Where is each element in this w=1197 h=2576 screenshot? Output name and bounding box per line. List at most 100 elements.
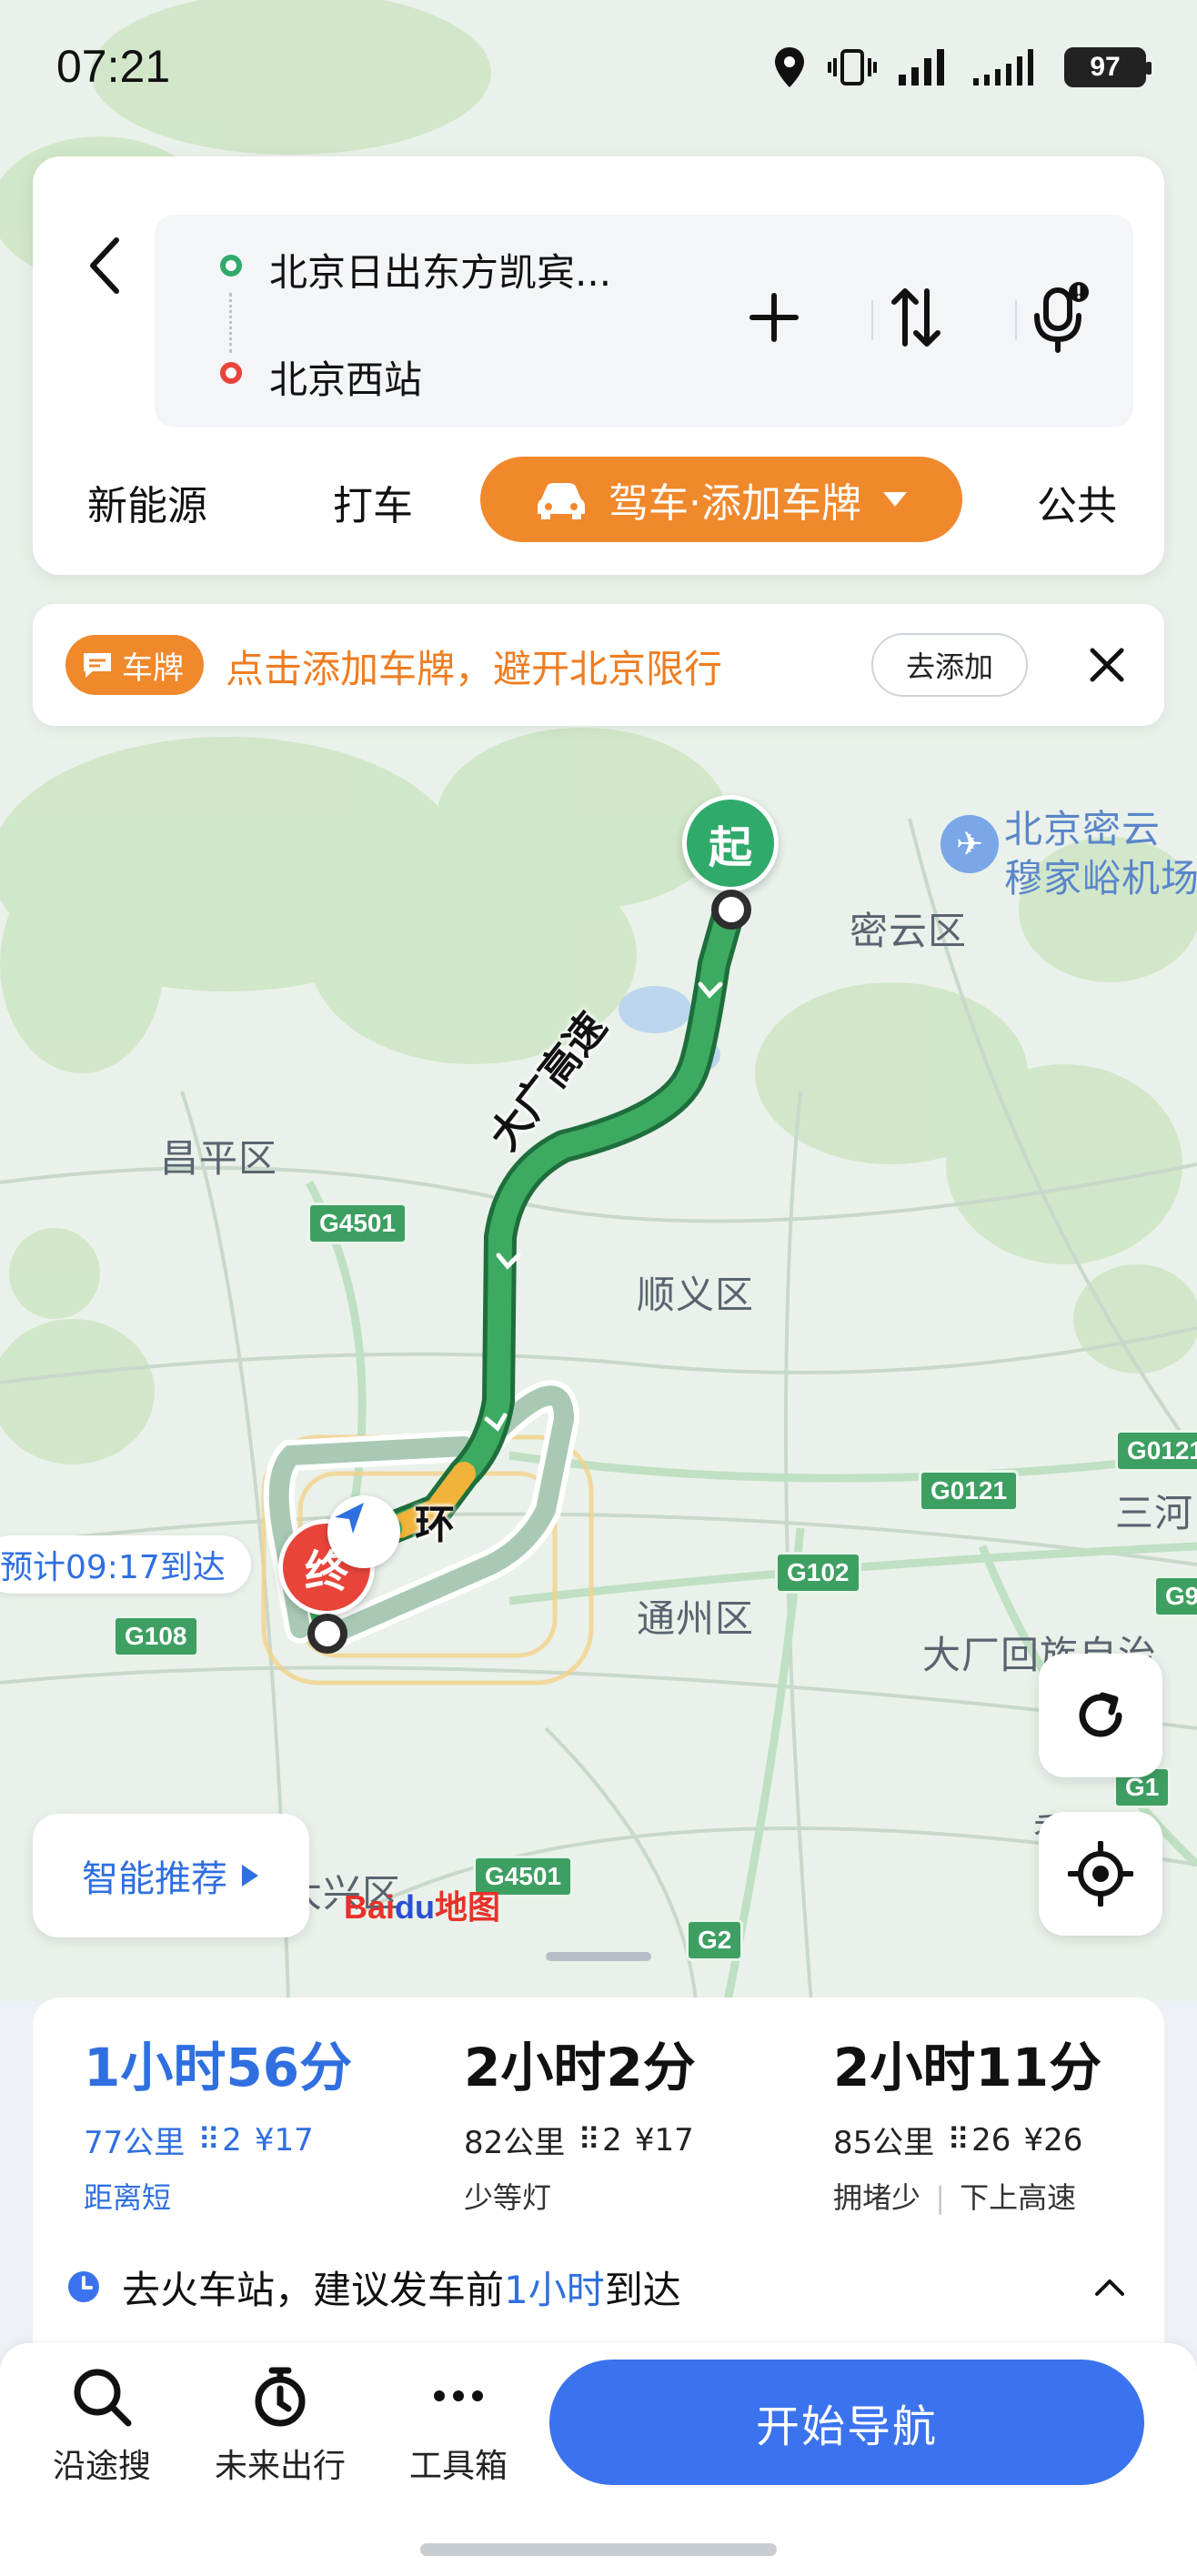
road-shield: G95 (1153, 1575, 1197, 1617)
tab-transit[interactable]: 公共 (1037, 473, 1117, 531)
signal-icon (899, 49, 944, 86)
road-shield: G108 (113, 1615, 199, 1657)
baidu-map-logo: Baidu地图 (344, 1881, 500, 1928)
voice-input-button[interactable] (1010, 267, 1110, 367)
destination-dot (220, 362, 242, 384)
traffic-light-icon: ⠿ (947, 2121, 971, 2158)
route-option-1[interactable]: 1小时56分 77公里 ⠿ 2 ¥17 距离短 (84, 2025, 448, 2217)
plate-badge-label: 车牌 (122, 649, 184, 687)
road-shield: G4501 (307, 1202, 408, 1244)
bottom-action-bar: 沿途搜 未来出行 工具箱 开始导航 (0, 2343, 1197, 2576)
swap-icon (891, 288, 940, 347)
route-lights: 2 (222, 2121, 242, 2158)
chevron-up-icon[interactable] (1093, 2276, 1126, 2298)
route-distance: 77公里 (84, 2125, 186, 2161)
swap-button[interactable] (866, 267, 966, 367)
road-shield: G0121 (1115, 1430, 1197, 1472)
search-along-button[interactable]: 沿途搜 (20, 2365, 184, 2487)
plate-banner: 车牌 点击添加车牌，避开北京限行 去添加 (33, 604, 1164, 726)
route-toll: ¥26 (1023, 2121, 1083, 2158)
locate-me-button[interactable] (1039, 1812, 1162, 1936)
logo-bai: Bai (344, 1888, 396, 1926)
clock-icon (68, 2271, 99, 2302)
locate-icon (1068, 1841, 1133, 1907)
plus-icon (749, 293, 799, 342)
airport-marker: ✈ (940, 815, 999, 873)
caret-down-icon (883, 492, 907, 507)
station-tip-pre: 去火车站，建议发车前 (122, 2267, 505, 2312)
future-trip-label: 未来出行 (214, 2448, 346, 2485)
plate-badge: 车牌 (65, 635, 204, 695)
origin-dot (220, 255, 242, 277)
route-meta: 82公里 ⠿ 2 ¥17 (464, 2118, 828, 2162)
tab-drive-label: 驾车·添加车牌 (609, 480, 861, 527)
status-bar: 07:21 97 (0, 0, 1197, 136)
tab-taxi[interactable]: 打车 (333, 473, 413, 531)
route-meta: 85公里 ⠿ 26 ¥26 (833, 2118, 1197, 2162)
route-option-2[interactable]: 2小时2分 82公里 ⠿ 2 ¥17 少等灯 (464, 2025, 828, 2217)
refresh-route-button[interactable] (1039, 1654, 1162, 1777)
search-icon (74, 2369, 132, 2427)
origin-destination-box: 北京日出东方凯宾... 北京西站 (155, 215, 1133, 428)
destination-field[interactable]: 北京西站 (269, 349, 422, 405)
current-location-icon (327, 1495, 400, 1568)
route-time: 2小时11分 (833, 2037, 1102, 2098)
road-shield: G102 (775, 1552, 861, 1594)
route-time: 2小时2分 (464, 2037, 696, 2098)
timer-icon (255, 2367, 306, 2427)
close-icon (1090, 648, 1124, 682)
route-dash-line (229, 293, 232, 353)
map-label-sanhe: 三河 (1115, 1491, 1194, 1535)
eta-tag: 预计09:17到达 (0, 1535, 251, 1594)
travel-mode-tabs: 新能源 打车 驾车·添加车牌 公共 (33, 457, 1164, 548)
tag-separator: | (935, 2180, 945, 2215)
route-option-3[interactable]: 2小时11分 85公里 ⠿ 26 ¥26 拥堵少 | 下上高速 (833, 2025, 1197, 2217)
route-distance: 82公里 (464, 2125, 566, 2161)
origin-field[interactable]: 北京日出东方凯宾... (269, 242, 611, 297)
toolbox-button[interactable]: 工具箱 (377, 2365, 540, 2487)
route-card: 北京日出东方凯宾... 北京西站 新能源 打车 驾车·添加车牌 公共 (33, 156, 1164, 575)
road-label-ring: 环 (415, 1502, 455, 1548)
route-distance: 85公里 (833, 2125, 935, 2161)
add-plate-button[interactable]: 去添加 (871, 633, 1028, 697)
car-icon (538, 483, 585, 519)
smart-recommend-label: 智能推荐 (82, 1858, 227, 1900)
logo-map: 地图 (435, 1888, 501, 1926)
tab-new-energy[interactable]: 新能源 (87, 473, 207, 531)
start-pin[interactable]: 起 (682, 795, 779, 891)
route-toll: ¥17 (254, 2121, 314, 2158)
start-point-dot (711, 890, 751, 930)
station-tip[interactable]: 去火车站，建议发车前1小时到达 (33, 2241, 1164, 2332)
chevron-left-icon (90, 237, 119, 294)
status-time: 07:21 (56, 41, 171, 92)
map-label-shunyi: 顺义区 (637, 1273, 755, 1317)
route-tag: 距离短 (84, 2180, 172, 2215)
plate-banner-text[interactable]: 点击添加车牌，避开北京限行 (226, 639, 722, 694)
map-label-tongzhou: 通州区 (637, 1596, 755, 1641)
route-tag-1: 拥堵少 (833, 2180, 921, 2215)
start-navigation-button[interactable]: 开始导航 (549, 2360, 1144, 2485)
signal-icon-2 (973, 49, 1033, 86)
home-indicator[interactable] (420, 2543, 777, 2556)
route-tag-2: 下上高速 (960, 2180, 1077, 2215)
logo-du: du (395, 1888, 436, 1926)
future-trip-button[interactable]: 未来出行 (198, 2365, 362, 2487)
vibrate-icon (828, 49, 877, 86)
road-shield: G2 (686, 1919, 744, 1961)
route-time: 1小时56分 (84, 2037, 353, 2098)
map-label-airport-1: 北京密云 (1004, 807, 1162, 851)
sheet-drag-handle[interactable] (546, 1952, 651, 1961)
map-label-miyun: 密云区 (850, 909, 968, 953)
station-tip-post: 到达 (604, 2267, 681, 2312)
map-label-airport-2: 穆家峪机场 (1004, 856, 1197, 901)
end-point-dot (307, 1614, 347, 1654)
add-waypoint-button[interactable] (724, 267, 824, 367)
map-label-changping: 昌平区 (160, 1136, 278, 1181)
tab-drive[interactable]: 驾车·添加车牌 (480, 457, 962, 542)
back-button[interactable] (69, 229, 142, 302)
battery-indicator: 97 (1064, 47, 1152, 87)
road-shield: G0121 (919, 1470, 1020, 1512)
smart-recommend-button[interactable]: 智能推荐 (33, 1814, 309, 1937)
toolbox-label: 工具箱 (408, 2448, 508, 2485)
close-banner-button[interactable] (1077, 635, 1137, 695)
